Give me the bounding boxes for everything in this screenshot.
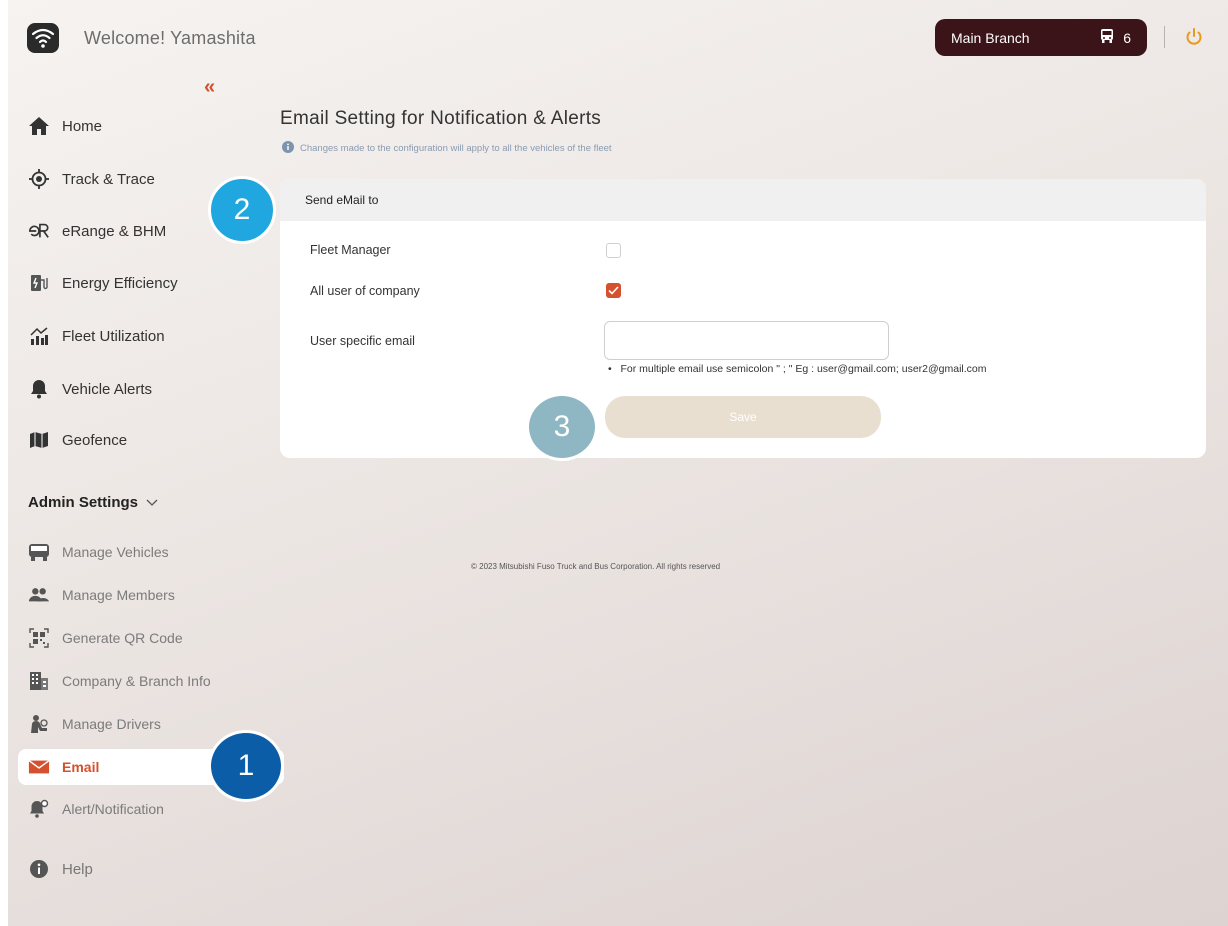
sidebar-item-fleet-utilization[interactable]: Fleet Utilization <box>28 321 165 351</box>
sidebar-item-manage-drivers[interactable]: Manage Drivers <box>28 711 161 737</box>
sidebar-item-label: Energy Efficiency <box>62 274 178 292</box>
sidebar-item-label: Help <box>62 860 93 878</box>
info-circle-icon <box>28 858 50 880</box>
email-hint: • For multiple email use semicolon " ; "… <box>608 363 987 375</box>
sidebar-item-generate-qr[interactable]: Generate QR Code <box>28 625 183 651</box>
branch-name: Main Branch <box>951 29 1030 46</box>
header-divider <box>1164 26 1165 48</box>
envelope-icon <box>28 756 50 778</box>
save-button[interactable]: Save <box>605 396 881 438</box>
card-header: Send eMail to <box>280 179 1206 221</box>
sidebar-item-company-branch[interactable]: Company & Branch Info <box>28 668 211 694</box>
sidebar-item-energy[interactable]: Energy Efficiency <box>28 268 178 298</box>
info-note: Changes made to the configuration will a… <box>282 141 612 156</box>
callout-badge-2: 2 <box>208 176 276 244</box>
sidebar-item-label: Home <box>62 117 103 135</box>
sidebar-item-label: Vehicle Alerts <box>62 380 153 398</box>
page-title: Email Setting for Notification & Alerts <box>280 108 602 129</box>
sidebar-item-label: Generate QR Code <box>62 630 183 646</box>
sidebar-item-manage-members[interactable]: Manage Members <box>28 582 175 608</box>
branch-selector[interactable]: Main Branch 6 <box>935 19 1147 56</box>
callout-badge-3: 3 <box>526 393 598 461</box>
home-icon <box>28 115 50 137</box>
sidebar-item-geofence[interactable]: Geofence <box>28 425 127 455</box>
wifi-logo-icon <box>26 22 60 54</box>
sidebar-item-alert-notification[interactable]: Alert/Notification <box>28 796 164 822</box>
sidebar-item-label: Geofence <box>62 431 128 449</box>
sidebar-item-home[interactable]: Home <box>28 111 102 141</box>
chevron-down-icon <box>146 494 158 511</box>
users-icon <box>28 584 50 606</box>
info-circle-icon <box>282 141 294 156</box>
sidebar-item-erange[interactable]: eRange & BHM <box>28 216 166 246</box>
app-window: Welcome! Yamashita Main Branch 6 « Home … <box>8 0 1228 926</box>
email-settings-card: Send eMail to Fleet Manager All user of … <box>280 179 1206 458</box>
sidebar-item-label: Company & Branch Info <box>62 673 211 689</box>
footer-copyright: © 2023 Mitsubishi Fuso Truck and Bus Cor… <box>471 562 721 571</box>
sidebar-item-track-trace[interactable]: Track & Trace <box>28 164 155 194</box>
sidebar-item-label: Manage Vehicles <box>62 544 169 560</box>
top-bar: Welcome! Yamashita Main Branch 6 <box>8 0 1228 78</box>
email-hint-text: For multiple email use semicolon " ; " E… <box>620 363 987 375</box>
user-email-input[interactable] <box>604 321 889 360</box>
sidebar-item-label: Email <box>62 759 100 775</box>
sidebar-item-vehicle-alerts[interactable]: Vehicle Alerts <box>28 374 152 404</box>
fleet-manager-checkbox[interactable] <box>606 243 621 258</box>
bell-icon <box>28 378 50 400</box>
all-users-label: All user of company <box>310 284 420 298</box>
sidebar-item-manage-vehicles[interactable]: Manage Vehicles <box>28 539 169 565</box>
user-email-label: User specific email <box>310 334 415 348</box>
bell-settings-icon <box>28 798 50 820</box>
target-icon <box>28 168 50 190</box>
bullet: • <box>608 363 621 375</box>
building-icon <box>28 670 50 692</box>
bus-icon <box>1099 28 1115 47</box>
sidebar-item-label: Manage Drivers <box>62 716 161 732</box>
collapse-sidebar-icon[interactable]: « <box>204 76 215 99</box>
checkmark-icon <box>608 282 619 300</box>
chart-icon <box>28 325 50 347</box>
sidebar-item-label: Fleet Utilization <box>62 327 165 345</box>
sidebar-item-label: Alert/Notification <box>62 801 164 817</box>
all-users-checkbox[interactable] <box>606 283 621 298</box>
bus-icon <box>28 541 50 563</box>
admin-settings-heading: Admin Settings <box>28 494 139 511</box>
callout-badge-1: 1 <box>208 730 284 802</box>
welcome-text: Welcome! Yamashita <box>84 28 256 48</box>
sidebar-item-label: eRange & BHM <box>62 222 167 240</box>
info-note-text: Changes made to the configuration will a… <box>300 143 612 154</box>
driver-icon <box>28 713 50 735</box>
power-icon[interactable] <box>1183 26 1205 48</box>
vehicle-count: 6 <box>1123 29 1131 46</box>
sidebar-item-label: Track & Trace <box>62 170 155 188</box>
fleet-manager-label: Fleet Manager <box>310 243 391 257</box>
erange-icon <box>28 220 50 242</box>
map-icon <box>28 429 50 451</box>
charging-station-icon <box>28 272 50 294</box>
admin-settings-toggle[interactable]: Admin Settings <box>28 494 158 511</box>
sidebar-item-label: Manage Members <box>62 587 175 603</box>
qr-code-icon <box>28 627 50 649</box>
sidebar-item-help[interactable]: Help <box>28 856 93 882</box>
